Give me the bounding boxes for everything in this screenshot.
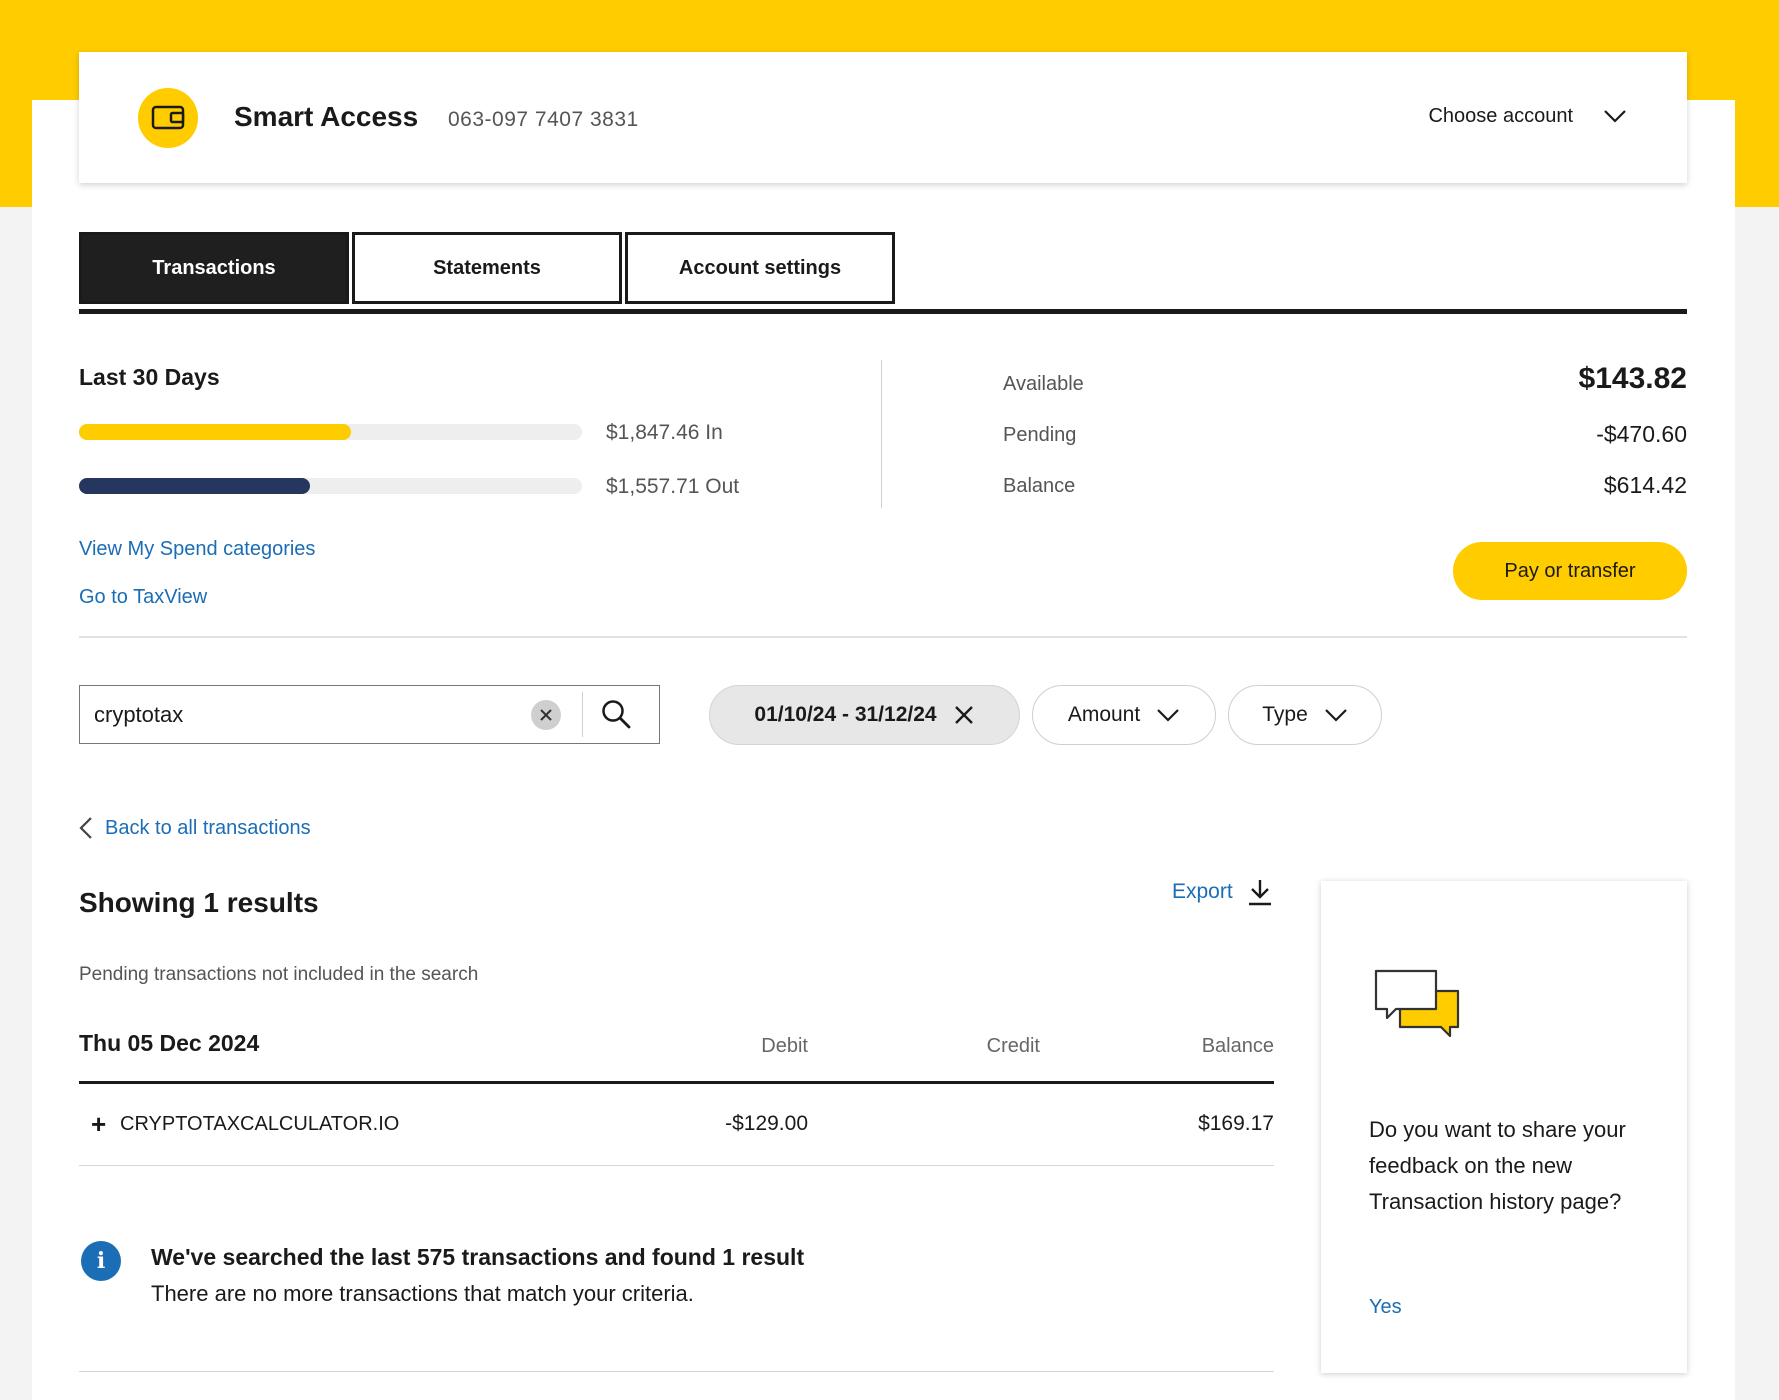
credit-column-header: Credit <box>986 1035 1040 1057</box>
search-icon <box>602 700 631 729</box>
pay-or-transfer-button[interactable]: Pay or transfer <box>1453 542 1687 600</box>
clear-icon <box>540 709 552 721</box>
search-box <box>79 685 660 744</box>
money-out-bar <box>79 478 582 494</box>
tab-transactions[interactable]: Transactions <box>79 232 349 304</box>
search-button[interactable] <box>600 698 636 734</box>
clear-search-button[interactable] <box>531 700 561 730</box>
transaction-debit: -$129.00 <box>725 1112 808 1135</box>
back-link-label: Back to all transactions <box>105 816 311 839</box>
pending-value: -$470.60 <box>1596 421 1687 447</box>
date-range-filter-chip[interactable]: 01/10/24 - 31/12/24 <box>709 685 1020 745</box>
date-range-label: 01/10/24 - 31/12/24 <box>754 703 937 726</box>
account-number: 063-097 7407 3831 <box>448 108 639 131</box>
amount-filter-dropdown[interactable]: Amount <box>1032 685 1216 745</box>
available-value: $143.82 <box>1578 362 1687 395</box>
available-label: Available <box>1003 373 1084 395</box>
chevron-down-icon <box>1324 709 1347 722</box>
download-icon <box>1248 880 1271 906</box>
export-label: Export <box>1172 880 1233 903</box>
summary-divider <box>881 360 882 508</box>
close-icon[interactable] <box>953 704 975 726</box>
money-in-bar-fill <box>79 424 351 440</box>
view-spend-categories-link[interactable]: View My Spend categories <box>79 538 315 561</box>
pending-label: Pending <box>1003 424 1077 446</box>
search-separator <box>582 692 583 737</box>
type-filter-dropdown[interactable]: Type <box>1228 685 1382 745</box>
search-summary-text: There are no more transactions that matc… <box>151 1281 694 1306</box>
chevron-down-icon <box>1157 709 1179 722</box>
tab-bar: Transactions Statements Account settings <box>79 232 1687 314</box>
search-summary-title: We've searched the last 575 transactions… <box>151 1244 805 1270</box>
money-in-label: $1,847.46 In <box>606 421 723 444</box>
info-icon: i <box>81 1241 121 1281</box>
pending-note: Pending transactions not included in the… <box>79 964 479 985</box>
period-heading: Last 30 Days <box>79 364 220 390</box>
results-heading: Showing 1 results <box>79 887 319 918</box>
money-in-bar <box>79 424 582 440</box>
choose-account-label: Choose account <box>1428 104 1573 127</box>
choose-account-dropdown[interactable]: Choose account <box>1428 96 1627 136</box>
transaction-date-heading: Thu 05 Dec 2024 <box>79 1030 260 1056</box>
balance-label: Balance <box>1003 475 1076 497</box>
row-divider <box>79 1165 1274 1166</box>
account-header-card: Smart Access 063-097 7407 3831 Choose ac… <box>79 52 1687 183</box>
taxview-link[interactable]: Go to TaxView <box>79 586 207 609</box>
section-divider <box>79 636 1687 638</box>
chevron-left-icon <box>79 817 92 839</box>
back-to-all-transactions-link[interactable]: Back to all transactions <box>79 816 311 840</box>
search-input[interactable] <box>92 699 496 731</box>
amount-filter-label: Amount <box>1067 703 1141 726</box>
money-out-bar-fill <box>79 478 311 494</box>
tab-account-settings[interactable]: Account settings <box>625 232 895 304</box>
plus-icon[interactable]: + <box>91 1111 106 1137</box>
transaction-description: CRYPTOTAXCALCULATOR.IO <box>120 1113 400 1135</box>
balance-value: $614.42 <box>1603 472 1687 498</box>
table-header-rule <box>79 1081 1274 1084</box>
transaction-balance: $169.17 <box>1198 1112 1274 1135</box>
feedback-question: Do you want to share your feedback on th… <box>1369 1117 1626 1214</box>
export-button[interactable]: Export <box>1172 878 1273 906</box>
wallet-icon <box>138 88 198 148</box>
chevron-down-icon <box>1604 110 1626 123</box>
type-filter-label: Type <box>1262 703 1308 726</box>
feedback-yes-link[interactable]: Yes <box>1369 1296 1402 1319</box>
debit-column-header: Debit <box>761 1035 808 1057</box>
money-out-label: $1,557.71 Out <box>606 475 740 498</box>
bottom-divider <box>79 1371 1274 1372</box>
balance-column-header: Balance <box>1201 1035 1274 1057</box>
table-row[interactable]: + CRYPTOTAXCALCULATOR.IO -$129.00 $169.1… <box>79 1085 1274 1165</box>
tab-statements[interactable]: Statements <box>352 232 622 304</box>
account-name: Smart Access <box>234 101 419 132</box>
feedback-card: Do you want to share your feedback on th… <box>1321 881 1687 1373</box>
chat-bubbles-icon <box>1374 969 1460 1038</box>
